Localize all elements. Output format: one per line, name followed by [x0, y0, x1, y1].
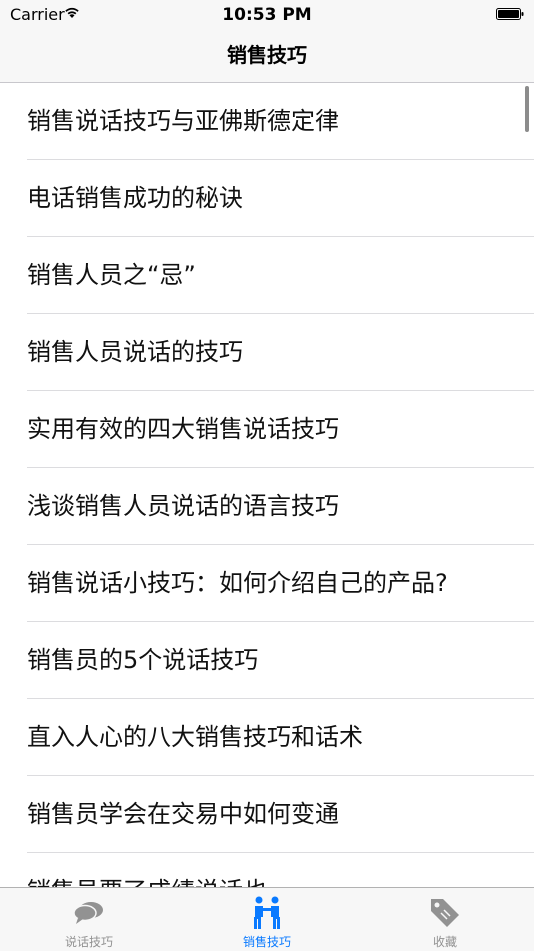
tab-sales-skills[interactable]: 销售技巧 — [178, 888, 356, 951]
list-item[interactable]: 销售说话技巧与亚佛斯德定律 — [0, 83, 534, 160]
navigation-bar: 销售技巧 — [0, 40, 534, 83]
scroll-indicator[interactable] — [525, 86, 529, 132]
speech-bubbles-icon — [73, 902, 103, 924]
list-item[interactable]: 销售说话小技巧：如何介绍自己的产品? — [0, 545, 534, 622]
tag-icon — [431, 899, 459, 927]
tab-label: 说话技巧 — [64, 935, 113, 949]
list-item[interactable]: 直入人心的八大销售技巧和话术 — [0, 699, 534, 776]
list-item[interactable]: 销售人员之“忌” — [0, 237, 534, 314]
tab-bar: 说话技巧 销售技巧 收藏 — [0, 887, 534, 951]
handshake-people-icon — [254, 896, 280, 929]
status-bar: Carrier 10:53 PM — [0, 0, 534, 40]
tab-label: 销售技巧 — [242, 935, 291, 949]
battery-icon — [496, 8, 524, 20]
tab-speech-skills[interactable]: 说话技巧 — [0, 888, 178, 951]
list-item[interactable]: 销售员要了成绩说话也 — [0, 853, 534, 887]
article-list[interactable]: 销售说话技巧与亚佛斯德定律 电话销售成功的秘诀 销售人员之“忌” 销售人员说话的… — [0, 83, 534, 887]
list-item[interactable]: 电话销售成功的秘诀 — [0, 160, 534, 237]
list-item[interactable]: 浅谈销售人员说话的语言技巧 — [0, 468, 534, 545]
status-time: 10:53 PM — [222, 5, 312, 25]
list-item[interactable]: 销售员学会在交易中如何变通 — [0, 776, 534, 853]
page-title: 销售技巧 — [227, 43, 307, 67]
tab-label: 收藏 — [432, 935, 457, 949]
list-item[interactable]: 销售人员说话的技巧 — [0, 314, 534, 391]
tab-favorites[interactable]: 收藏 — [356, 888, 534, 951]
list-item[interactable]: 实用有效的四大销售说话技巧 — [0, 391, 534, 468]
list-item[interactable]: 销售员的5个说话技巧 — [0, 622, 534, 699]
